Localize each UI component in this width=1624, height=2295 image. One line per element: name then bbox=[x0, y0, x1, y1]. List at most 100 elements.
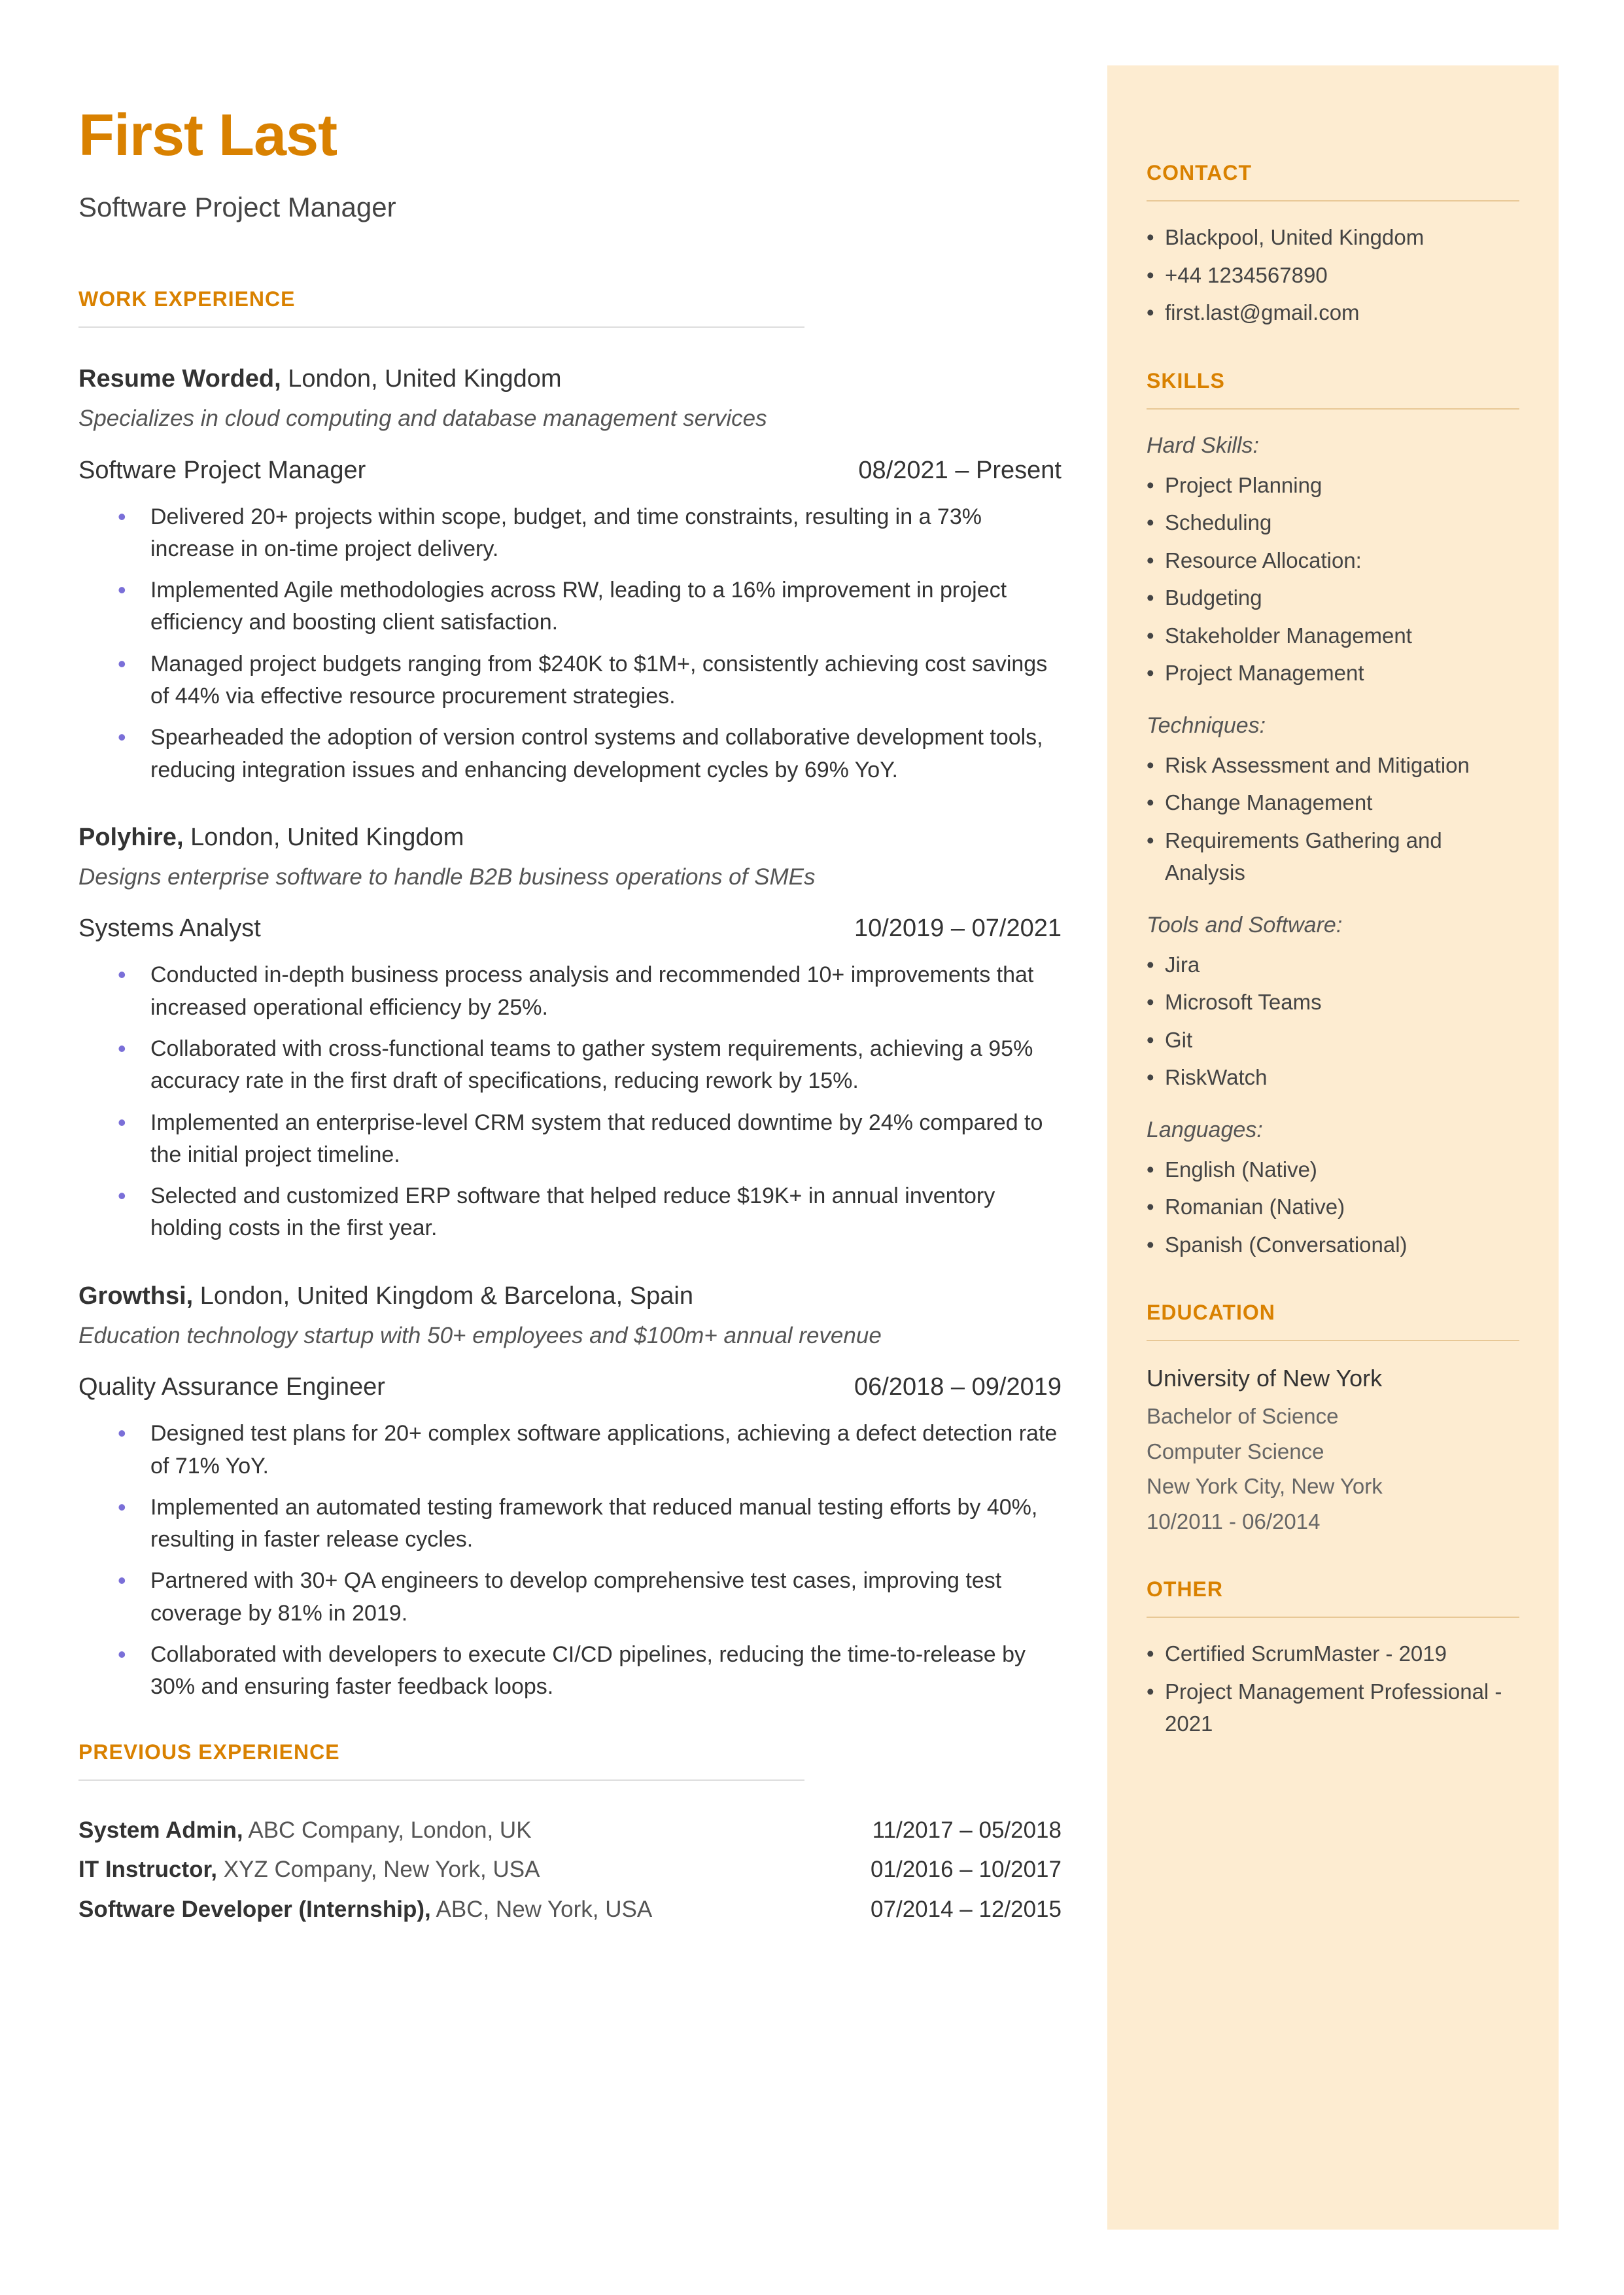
sidebar-rule bbox=[1147, 408, 1519, 410]
job-dates: 06/2018 – 09/2019 bbox=[854, 1369, 1062, 1406]
list-item: Certified ScrumMaster - 2019 bbox=[1147, 1638, 1519, 1670]
section-rule bbox=[78, 326, 804, 328]
hard-skills-label: Hard Skills: bbox=[1147, 429, 1519, 463]
job-dates: 08/2021 – Present bbox=[858, 452, 1062, 489]
section-education: EDUCATION bbox=[1147, 1297, 1519, 1328]
list-item: Stakeholder Management bbox=[1147, 620, 1519, 652]
list-item: Budgeting bbox=[1147, 582, 1519, 614]
other-list: Certified ScrumMaster - 2019 Project Mana… bbox=[1147, 1638, 1519, 1740]
languages-label: Languages: bbox=[1147, 1113, 1519, 1147]
education-location: New York City, New York bbox=[1147, 1470, 1519, 1503]
job-bullets: Designed test plans for 20+ complex soft… bbox=[78, 1418, 1062, 1703]
job-description: Education technology startup with 50+ em… bbox=[78, 1319, 1062, 1354]
job-title-row: Systems Analyst 10/2019 – 07/2021 bbox=[78, 910, 1062, 947]
list-item: Change Management bbox=[1147, 786, 1519, 819]
sidebar-rule bbox=[1147, 1617, 1519, 1618]
list-item: English (Native) bbox=[1147, 1153, 1519, 1186]
bullet-item: Implemented an automated testing framewo… bbox=[118, 1492, 1062, 1556]
list-item: Scheduling bbox=[1147, 506, 1519, 539]
bullet-item: Implemented Agile methodologies across R… bbox=[118, 574, 1062, 639]
bullet-item: Delivered 20+ projects within scope, bud… bbox=[118, 501, 1062, 566]
hard-skills-list: Project Planning Scheduling Resource Alloc… bbox=[1147, 469, 1519, 690]
list-item: Risk Assessment and Mitigation bbox=[1147, 749, 1519, 782]
techniques-list: Risk Assessment and Mitigation Change Man… bbox=[1147, 749, 1519, 889]
bullet-item: Spearheaded the adoption of version cont… bbox=[118, 722, 1062, 786]
job-description: Specializes in cloud computing and datab… bbox=[78, 402, 1062, 436]
section-skills: SKILLS bbox=[1147, 365, 1519, 396]
job-title-row: Quality Assurance Engineer 06/2018 – 09/… bbox=[78, 1369, 1062, 1406]
education-school: University of New York bbox=[1147, 1361, 1519, 1396]
tools-label: Tools and Software: bbox=[1147, 909, 1519, 942]
list-item: Project Planning bbox=[1147, 469, 1519, 502]
section-work-experience: WORK EXPERIENCE bbox=[78, 283, 1062, 315]
person-name: First Last bbox=[78, 92, 1062, 180]
job-location: London, United Kingdom bbox=[190, 824, 464, 851]
section-contact: CONTACT bbox=[1147, 157, 1519, 188]
section-previous-experience: PREVIOUS EXPERIENCE bbox=[78, 1736, 1062, 1768]
list-item: Project Management bbox=[1147, 657, 1519, 690]
list-item: +44 1234567890 bbox=[1147, 259, 1519, 292]
job-role: Quality Assurance Engineer bbox=[78, 1369, 385, 1406]
bullet-item: Implemented an enterprise-level CRM syst… bbox=[118, 1107, 1062, 1172]
job-block: Growthsi, London, United Kingdom & Barce… bbox=[78, 1278, 1062, 1704]
list-item: Project Management Professional - 2021 bbox=[1147, 1675, 1519, 1740]
job-company: Polyhire, bbox=[78, 824, 184, 851]
job-title-row: Software Project Manager 08/2021 – Prese… bbox=[78, 452, 1062, 489]
previous-dates: 11/2017 – 05/2018 bbox=[872, 1813, 1062, 1848]
job-company-line: Growthsi, London, United Kingdom & Barce… bbox=[78, 1278, 1062, 1315]
bullet-item: Partnered with 30+ QA engineers to devel… bbox=[118, 1565, 1062, 1630]
previous-company: ABC Company, London, UK bbox=[248, 1817, 531, 1843]
job-description: Designs enterprise software to handle B2… bbox=[78, 860, 1062, 895]
education-block: EDUCATION University of New York Bachelo… bbox=[1147, 1297, 1519, 1537]
list-item: RiskWatch bbox=[1147, 1061, 1519, 1094]
education-field: Computer Science bbox=[1147, 1435, 1519, 1468]
previous-left: System Admin, ABC Company, London, UK bbox=[78, 1813, 532, 1848]
main-column: First Last Software Project Manager WORK… bbox=[0, 0, 1107, 2295]
section-rule bbox=[78, 1779, 804, 1781]
sidebar-rule bbox=[1147, 1340, 1519, 1341]
techniques-label: Techniques: bbox=[1147, 709, 1519, 743]
list-item: Spanish (Conversational) bbox=[1147, 1229, 1519, 1261]
previous-row: IT Instructor, XYZ Company, New York, US… bbox=[78, 1853, 1062, 1887]
job-company-line: Resume Worded, London, United Kingdom bbox=[78, 360, 1062, 398]
bullet-item: Managed project budgets ranging from $24… bbox=[118, 648, 1062, 713]
list-item: Microsoft Teams bbox=[1147, 986, 1519, 1019]
list-item: Resource Allocation: bbox=[1147, 544, 1519, 577]
list-item: Jira bbox=[1147, 949, 1519, 981]
previous-row: Software Developer (Internship), ABC, Ne… bbox=[78, 1893, 1062, 1927]
languages-list: English (Native) Romanian (Native) Spanish… bbox=[1147, 1153, 1519, 1261]
sidebar-rule bbox=[1147, 200, 1519, 201]
section-other: OTHER bbox=[1147, 1573, 1519, 1605]
resume-page: First Last Software Project Manager WORK… bbox=[0, 0, 1624, 2295]
bullet-item: Selected and customized ERP software tha… bbox=[118, 1180, 1062, 1245]
previous-dates: 01/2016 – 10/2017 bbox=[871, 1853, 1062, 1887]
job-role: Software Project Manager bbox=[78, 452, 366, 489]
previous-left: Software Developer (Internship), ABC, Ne… bbox=[78, 1893, 652, 1927]
previous-company: ABC, New York, USA bbox=[436, 1897, 653, 1922]
job-bullets: Delivered 20+ projects within scope, bud… bbox=[78, 501, 1062, 786]
contact-block: CONTACT Blackpool, United Kingdom+44 123… bbox=[1147, 157, 1519, 329]
previous-title: System Admin, bbox=[78, 1817, 243, 1843]
previous-dates: 07/2014 – 12/2015 bbox=[871, 1893, 1062, 1927]
job-dates: 10/2019 – 07/2021 bbox=[854, 910, 1062, 947]
list-item: Romanian (Native) bbox=[1147, 1191, 1519, 1223]
previous-company: XYZ Company, New York, USA bbox=[224, 1857, 540, 1882]
job-bullets: Conducted in-depth business process anal… bbox=[78, 959, 1062, 1244]
list-item: first.last@gmail.com bbox=[1147, 296, 1519, 329]
previous-left: IT Instructor, XYZ Company, New York, US… bbox=[78, 1853, 540, 1887]
bullet-item: Collaborated with cross-functional teams… bbox=[118, 1033, 1062, 1098]
bullet-item: Designed test plans for 20+ complex soft… bbox=[118, 1418, 1062, 1482]
job-block: Polyhire, London, United Kingdom Designs… bbox=[78, 819, 1062, 1245]
job-role: Systems Analyst bbox=[78, 910, 261, 947]
job-location: London, United Kingdom & Barcelona, Spai… bbox=[200, 1282, 693, 1310]
bullet-item: Collaborated with developers to execute … bbox=[118, 1639, 1062, 1704]
job-title: Software Project Manager bbox=[78, 186, 1062, 228]
skills-block: SKILLS Hard Skills: Project Planning Sche… bbox=[1147, 365, 1519, 1261]
job-location: London, United Kingdom bbox=[288, 365, 561, 393]
job-company: Resume Worded, bbox=[78, 365, 281, 393]
tools-list: JiraMicrosoft TeamsGitRiskWatch bbox=[1147, 949, 1519, 1094]
education-dates: 10/2011 - 06/2014 bbox=[1147, 1505, 1519, 1538]
job-block: Resume Worded, London, United Kingdom Sp… bbox=[78, 360, 1062, 786]
previous-title: IT Instructor, bbox=[78, 1857, 217, 1882]
list-item: Requirements Gathering and Analysis bbox=[1147, 824, 1519, 889]
